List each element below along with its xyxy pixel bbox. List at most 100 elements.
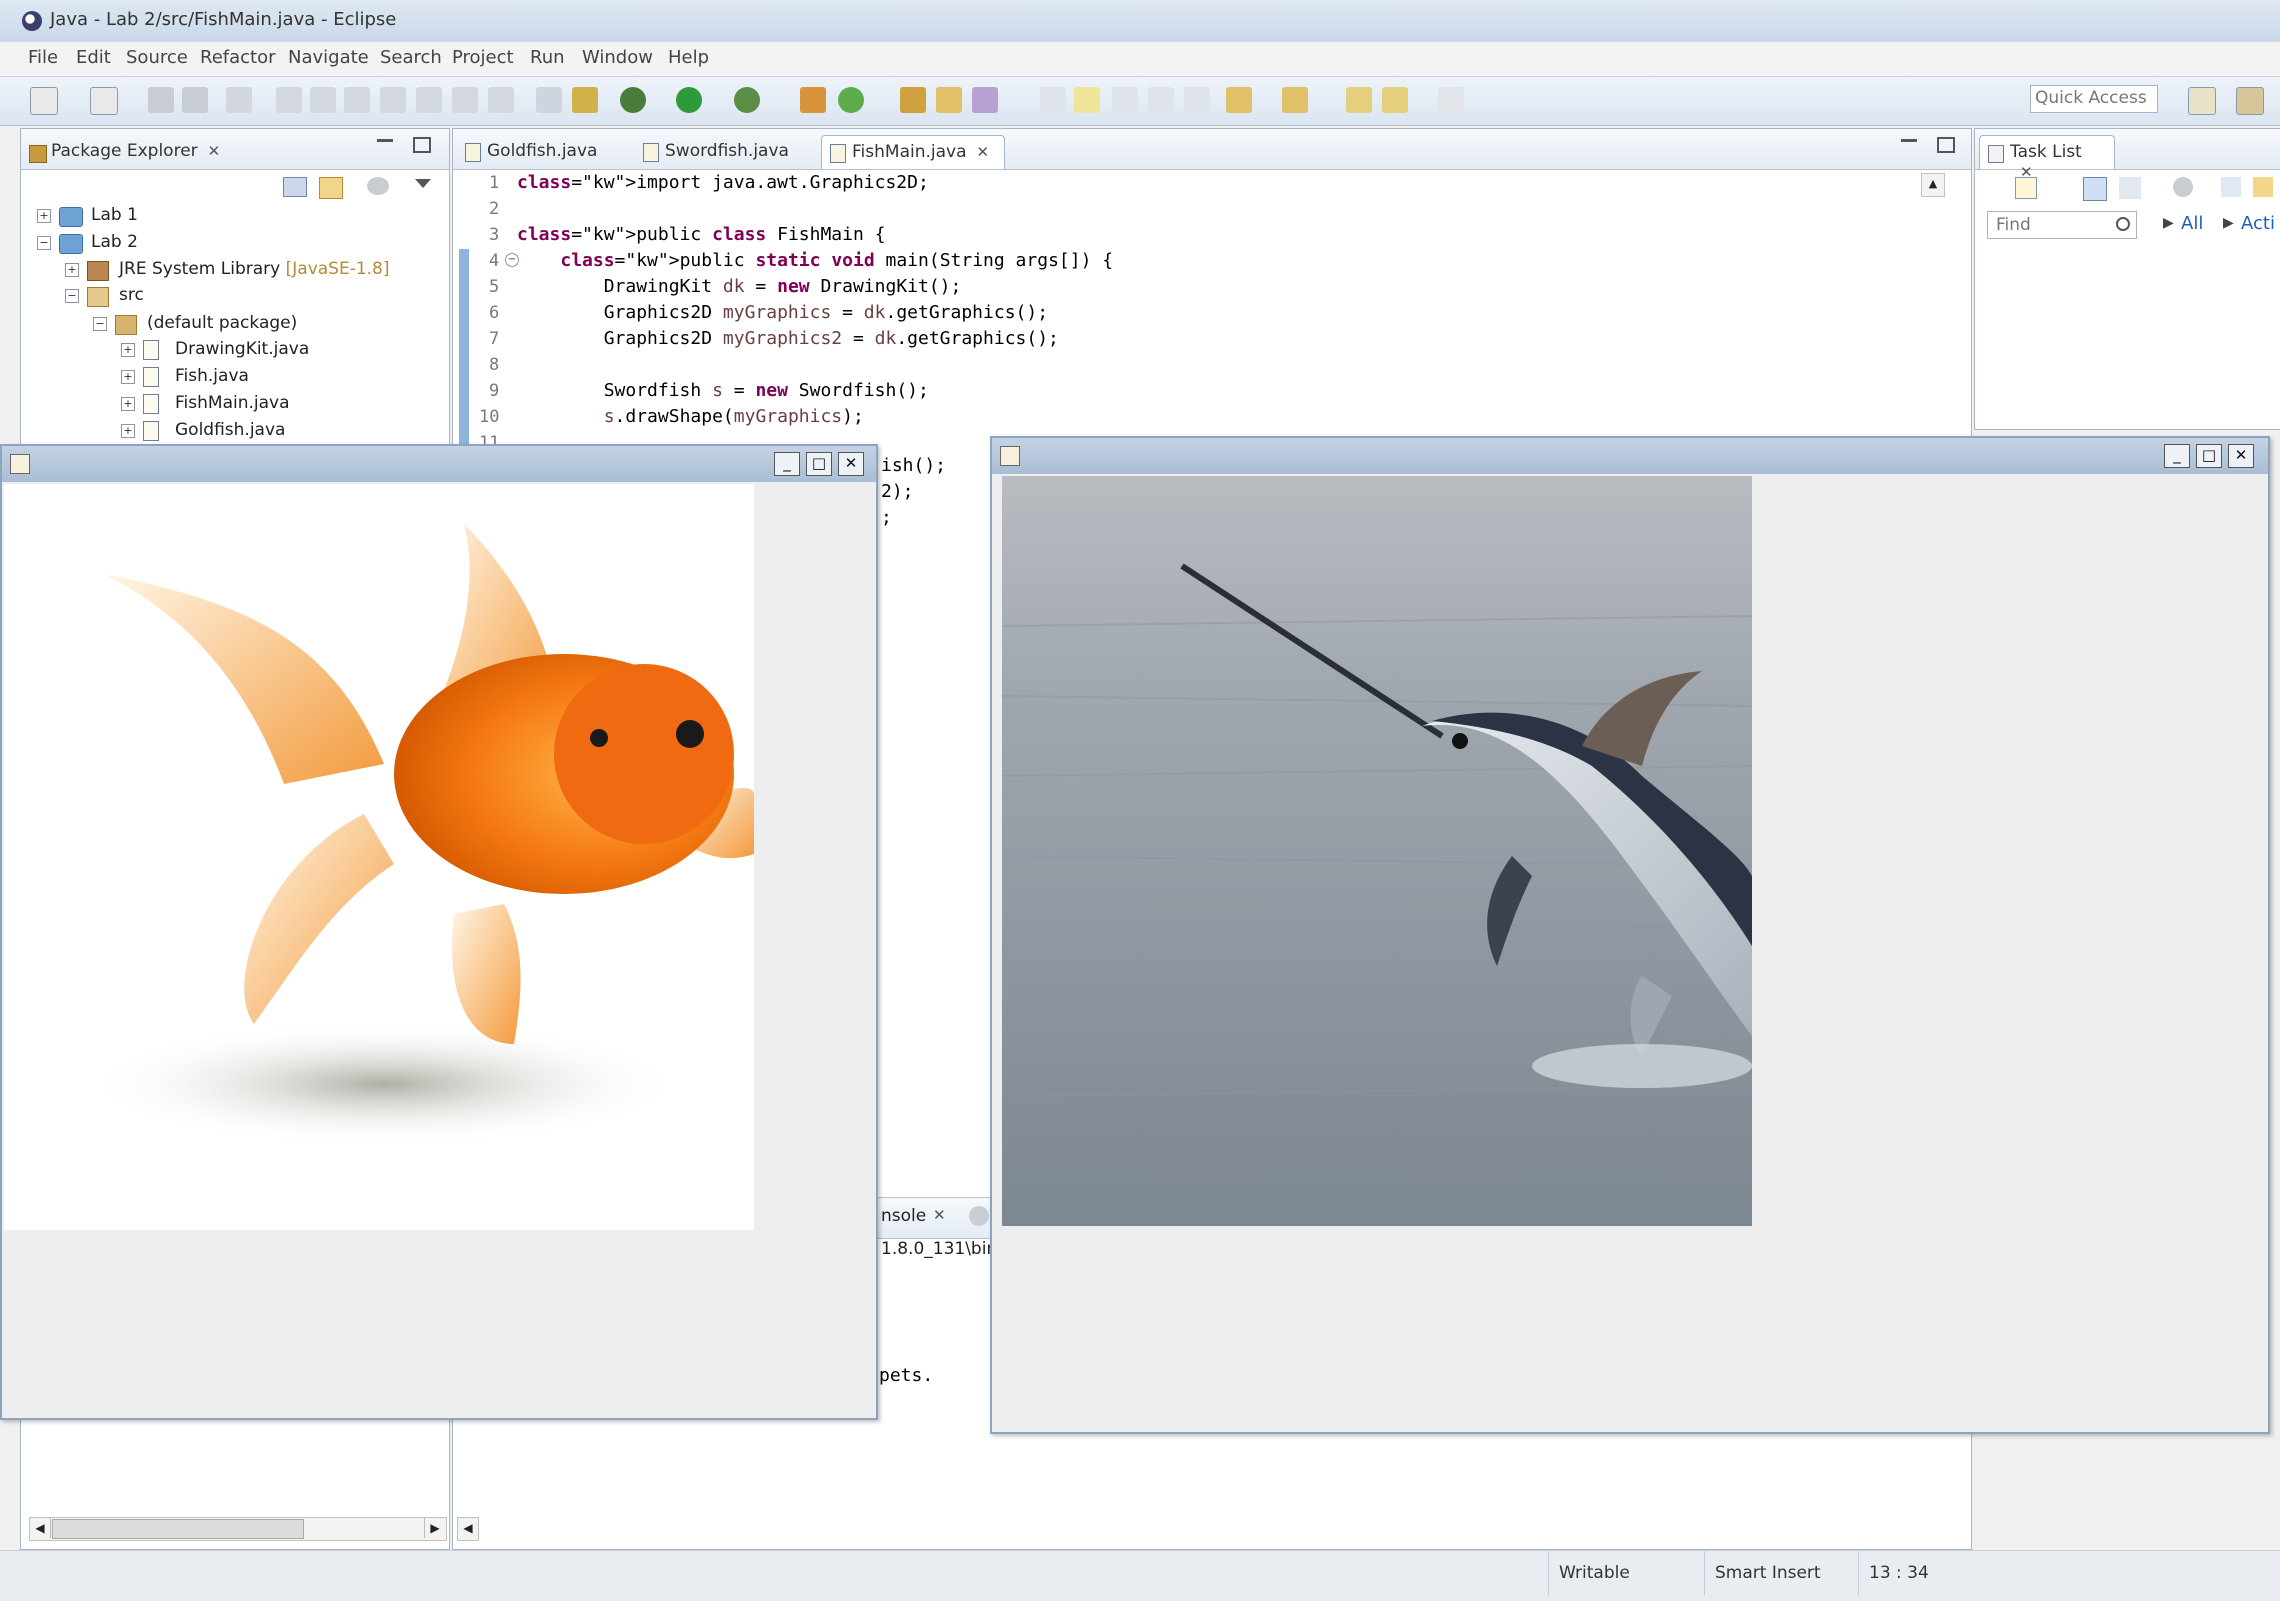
collapse-all-icon[interactable] [2221, 177, 2241, 197]
tree-item-fishmain[interactable]: FishMain.java [175, 393, 290, 413]
collapse-icon[interactable]: − [93, 317, 107, 331]
tab-fishmain[interactable]: FishMain.java ✕ [821, 135, 1005, 169]
menu-help[interactable]: Help [668, 47, 709, 68]
maximize-button[interactable]: □ [2196, 444, 2222, 468]
step-return-icon[interactable] [488, 87, 514, 113]
scroll-left-icon[interactable]: ◀ [457, 1517, 479, 1541]
all-link[interactable]: All [2181, 213, 2203, 234]
save-icon[interactable] [148, 87, 174, 113]
menu-project[interactable]: Project [452, 47, 514, 68]
scroll-thumb[interactable] [52, 1519, 304, 1539]
swordfish-window-titlebar[interactable]: _ □ ✕ [992, 438, 2268, 474]
tab-swordfish[interactable]: Swordfish.java [635, 135, 811, 169]
skip-breakpoints-icon[interactable] [226, 87, 252, 113]
code-line-6[interactable]: Graphics2D myGraphics = dk.getGraphics()… [517, 302, 1048, 323]
menu-source[interactable]: Source [126, 47, 188, 68]
tab-goldfish[interactable]: Goldfish.java [457, 135, 633, 169]
code-line-3[interactable]: class="kw">public class FishMain { [517, 224, 885, 245]
collapse-all-icon[interactable] [283, 177, 307, 197]
scroll-right-icon[interactable]: ▶ [424, 1518, 445, 1538]
scroll-up-icon[interactable]: ▲ [1921, 173, 1945, 197]
tab-package-explorer[interactable]: Package Explorer ✕ [21, 135, 241, 169]
categorize-icon[interactable] [2083, 177, 2107, 201]
toggle-occurrences-icon[interactable] [1040, 87, 1066, 113]
code-line-7[interactable]: Graphics2D myGraphics2 = dk.getGraphics(… [517, 328, 1059, 349]
save-all-icon[interactable] [182, 87, 208, 113]
expand-icon[interactable]: + [121, 424, 135, 438]
code-line-1[interactable]: class="kw">import java.awt.Graphics2D; [517, 172, 929, 193]
synchronize-icon[interactable] [2253, 177, 2273, 197]
find-input[interactable]: Find [1987, 211, 2137, 239]
console-actions-icon[interactable] [969, 1206, 989, 1226]
tree-item-lab2[interactable]: Lab 2 [91, 232, 138, 252]
tree-item-default-package[interactable]: (default package) [147, 313, 297, 333]
show-whitespace-icon[interactable] [1184, 87, 1210, 113]
last-edit-location-icon[interactable] [1346, 87, 1372, 113]
code-line-4[interactable]: class="kw">public static void main(Strin… [517, 250, 1113, 271]
close-icon[interactable]: ✕ [208, 142, 221, 160]
expand-icon[interactable]: + [37, 209, 51, 223]
menu-run[interactable]: Run [530, 47, 565, 68]
tree-item-src[interactable]: src [119, 285, 144, 305]
minimize-button[interactable]: _ [2164, 444, 2190, 468]
goldfish-window-titlebar[interactable]: _ □ ✕ [2, 446, 876, 482]
step-over-icon[interactable] [452, 87, 478, 113]
close-button[interactable]: ✕ [2228, 444, 2254, 468]
step-into-icon[interactable] [416, 87, 442, 113]
forward-icon[interactable] [1438, 87, 1464, 113]
tree-item-drawingkit[interactable]: DrawingKit.java [175, 339, 309, 359]
expand-icon[interactable]: + [121, 397, 135, 411]
tree-item-lab1[interactable]: Lab 1 [91, 205, 138, 225]
new-task-icon[interactable] [2015, 177, 2037, 199]
minimize-icon[interactable] [377, 139, 393, 142]
new-icon[interactable] [30, 87, 58, 115]
tab-task-list[interactable]: Task List✕ [1979, 135, 2115, 181]
expand-icon[interactable]: + [65, 263, 79, 277]
use-step-filters-icon[interactable] [572, 87, 598, 113]
menu-edit[interactable]: Edit [76, 47, 111, 68]
scroll-left-icon[interactable]: ◀ [30, 1518, 51, 1538]
link-with-editor-icon[interactable] [319, 177, 343, 199]
run-icon[interactable] [676, 87, 702, 113]
new-java-package-icon[interactable] [800, 87, 826, 113]
console-tab-label[interactable]: nsole [881, 1206, 926, 1226]
menu-window[interactable]: Window [582, 47, 653, 68]
horizontal-scrollbar[interactable]: ◀ ▶ [29, 1517, 447, 1541]
previous-annotation-icon[interactable] [1282, 87, 1308, 113]
focus-icon[interactable] [367, 177, 389, 195]
tree-item-goldfish[interactable]: Goldfish.java [175, 420, 285, 440]
open-type-icon[interactable] [900, 87, 926, 113]
back-icon[interactable] [1382, 87, 1408, 113]
minimize-icon[interactable] [1901, 139, 1917, 142]
code-line-9[interactable]: Swordfish s = new Swordfish(); [517, 380, 929, 401]
collapse-icon[interactable]: − [37, 236, 51, 250]
new-project-icon[interactable] [90, 87, 118, 115]
close-icon[interactable]: ✕ [977, 143, 990, 161]
open-perspective-icon[interactable] [2188, 87, 2216, 115]
menu-refactor[interactable]: Refactor [200, 47, 276, 68]
open-task-icon[interactable] [936, 87, 962, 113]
code-line-5[interactable]: DrawingKit dk = new DrawingKit(); [517, 276, 962, 297]
scheduled-icon[interactable] [2119, 177, 2141, 199]
suspend-icon[interactable] [310, 87, 336, 113]
resume-icon[interactable] [276, 87, 302, 113]
quick-access-input[interactable]: Quick Access [2030, 85, 2158, 113]
next-annotation-icon[interactable] [1226, 87, 1252, 113]
maximize-icon[interactable] [1937, 137, 1955, 153]
menu-search[interactable]: Search [380, 47, 442, 68]
minimize-button[interactable]: _ [774, 452, 800, 476]
debug-icon[interactable] [620, 87, 646, 113]
toggle-breadcrumb-icon[interactable] [1112, 87, 1138, 113]
close-button[interactable]: ✕ [838, 452, 864, 476]
maximize-icon[interactable] [413, 137, 431, 153]
expand-icon[interactable]: + [121, 370, 135, 384]
collapse-icon[interactable]: − [65, 289, 79, 303]
disconnect-icon[interactable] [380, 87, 406, 113]
toggle-block-selection-icon[interactable] [1148, 87, 1174, 113]
java-perspective-icon[interactable] [2236, 87, 2264, 115]
menu-navigate[interactable]: Navigate [288, 47, 369, 68]
tree-item-fish[interactable]: Fish.java [175, 366, 249, 386]
expand-icon[interactable]: + [121, 343, 135, 357]
new-java-class-icon[interactable] [838, 87, 864, 113]
drop-to-frame-icon[interactable] [536, 87, 562, 113]
